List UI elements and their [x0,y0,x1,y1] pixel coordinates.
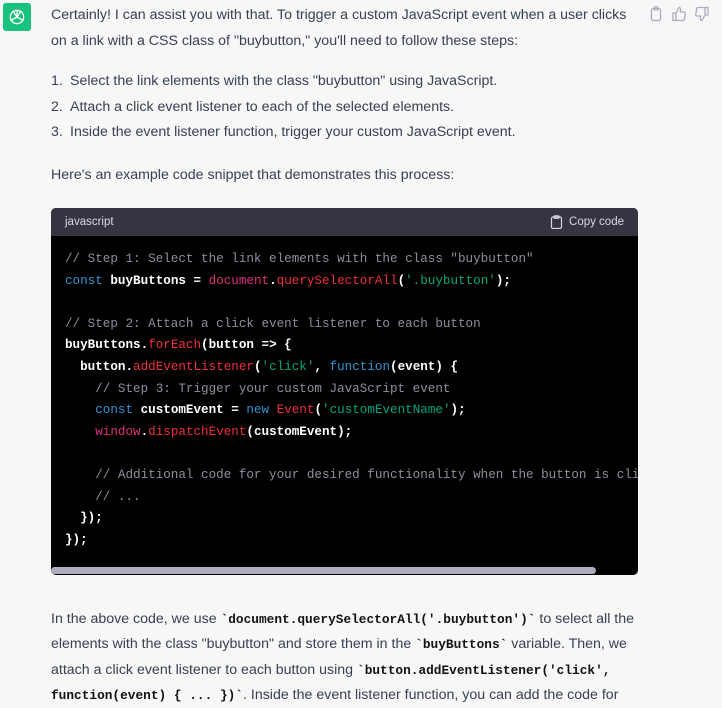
code-token: const [95,403,134,418]
code-token: buyButtons. [65,338,149,353]
code-language: javascript [65,216,114,228]
copy-icon[interactable] [648,6,664,22]
thumbs-down-icon[interactable] [694,6,710,22]
code-token: new [246,403,270,418]
code-token: 'click' [261,359,315,374]
code-token: button. [65,359,134,374]
step-text: Inside the event listener function, trig… [70,124,516,141]
code-token: querySelectorAll [276,273,398,288]
code-token: // Step 3: Trigger your custom JavaScrip… [65,381,451,396]
code-token: dispatchEvent [148,424,247,439]
code-token: ); [450,403,466,418]
code-token: '.buybutton' [405,273,496,288]
code-token: window [95,424,141,439]
step-number: 2. [51,98,63,115]
openai-logo-icon [9,9,25,25]
code-token: const [65,273,103,288]
code-token: // ... [65,489,141,504]
code-token: 'customEventName' [322,403,451,418]
explanation-segment: . Inside the event listener function, yo… [243,686,619,703]
code-line: // Step 2: Attach a click event listener… [65,314,624,336]
code-line: // Additional code for your desired func… [65,465,638,487]
code-line: }); [65,508,624,530]
inline-code: `buyButtons` [415,637,508,653]
snippet-intro: Here's an example code snippet that demo… [51,166,455,183]
code-token: . [269,273,277,288]
copy-code-label: Copy code [569,216,624,228]
code-token: (event) { [390,359,459,374]
code-line: const customEvent = new Event('customEve… [65,400,624,422]
copy-code-button[interactable]: Copy code [550,215,624,229]
code-token: // Additional code for your desired func… [65,467,638,482]
code-token: Event [276,403,315,418]
intro-text: Certainly! I can assist you with that. T… [51,7,627,49]
code-token: buyButtons = [102,273,209,288]
code-content: // Step 1: Select the link elements with… [51,236,638,553]
code-token: function [329,359,391,374]
code-token: (customEvent); [246,424,353,439]
list-item: 2. Attach a click event listener to each … [51,95,641,121]
code-token: }); [65,532,88,547]
list-item: 1. Select the link elements with the clas… [51,69,641,95]
code-token: }); [65,511,103,526]
code-line: buyButtons.forEach(button => { [65,335,624,357]
code-token: forEach [148,338,202,353]
step-number: 1. [51,73,63,90]
code-token: ( [397,273,406,288]
steps-list: 1. Select the link elements with the clas… [51,69,641,146]
code-header: javascript Copy code [51,208,638,236]
explanation-text: In the above code, we use `document.quer… [51,607,641,708]
code-line: }); [65,530,624,552]
message-actions [648,6,710,22]
inline-code: `document.querySelectorAll('.buybutton')… [220,612,536,627]
code-token: ); [495,273,511,288]
code-token: // Step 1: Select the link elements with… [65,252,534,266]
code-block: javascript Copy code // Step 1: Select t… [51,208,638,575]
assistant-avatar [3,3,31,31]
horizontal-scrollbar[interactable] [51,567,596,574]
explanation-segment: In the above code, we use [51,611,221,627]
code-line: window.dispatchEvent(customEvent); [65,422,624,444]
code-token: ( [314,403,323,418]
code-token: , [314,359,330,374]
code-token: document [208,273,270,288]
code-token: (button => { [201,338,292,353]
thumbs-up-icon[interactable] [671,6,687,22]
code-line: // Step 1: Select the link elements with… [65,249,624,271]
code-token: customEvent = [133,403,247,418]
code-line: const buyButtons = document.querySelecto… [65,271,624,293]
code-token: // Step 2: Attach a click event listener… [65,316,481,331]
code-token: addEventListener [133,359,254,374]
clipboard-icon [550,215,563,229]
code-token: ( [253,359,262,374]
message-content: Certainly! I can assist you with that. T… [51,3,641,189]
step-text: Attach a click event listener to each of… [70,98,455,115]
code-line: button.addEventListener('click', functio… [65,357,624,379]
step-text: Select the link elements with the class … [70,73,498,90]
list-item: 3. Inside the event listener function, tr… [51,120,641,146]
code-line: // Step 3: Trigger your custom JavaScrip… [65,379,624,401]
code-line: // ... [65,487,624,509]
step-number: 3. [51,124,63,141]
